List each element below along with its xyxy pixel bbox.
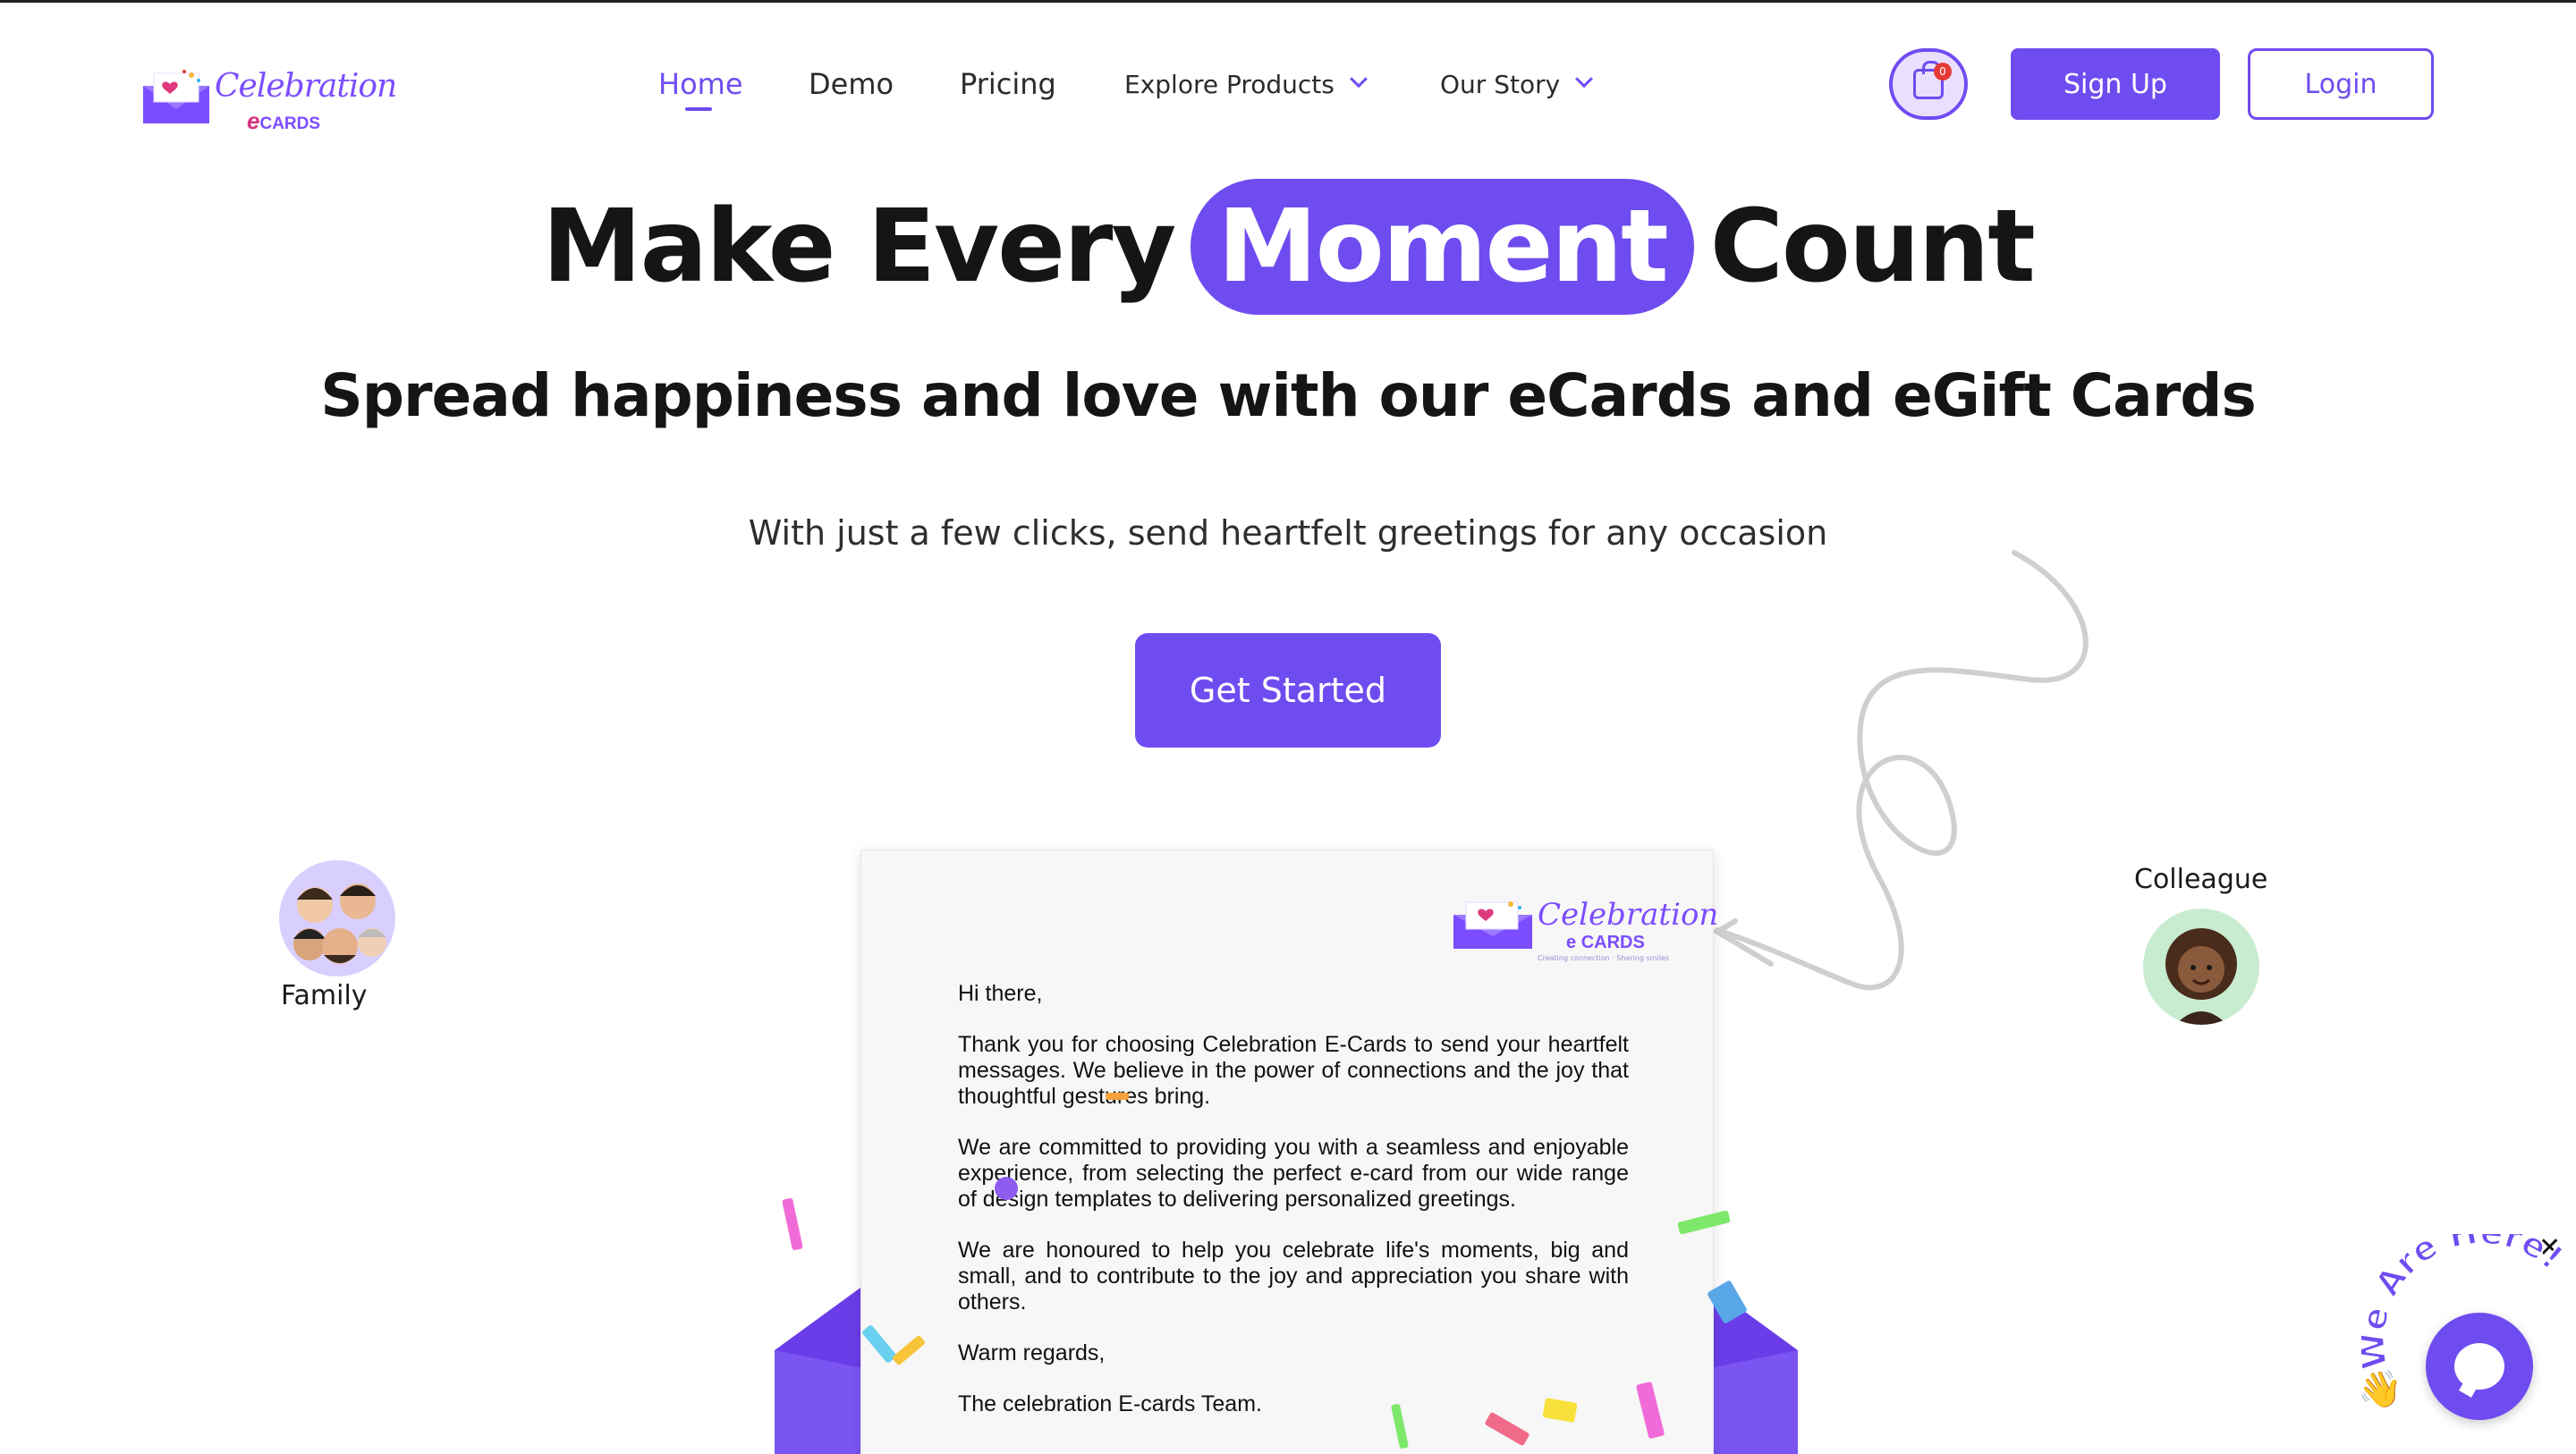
- letter-paragraph-2: We are committed to providing you with a…: [958, 1135, 1629, 1212]
- envelope-logo-icon: [1453, 901, 1532, 949]
- confetti-piece: [995, 1177, 1018, 1200]
- letter-paragraph-3: We are honoured to help you celebrate li…: [958, 1238, 1629, 1315]
- hero-description: With just a few clicks, send heartfelt g…: [748, 513, 1828, 553]
- hero-title-after: Count: [1709, 189, 2036, 305]
- letter-brand-wordmark: Celebration: [1538, 897, 1719, 933]
- colleague-avatar: [2143, 909, 2259, 1025]
- cart-count-badge: 0: [1934, 63, 1952, 80]
- chevron-down-icon: [1575, 70, 1594, 89]
- sample-letter-card: Celebration e CARDS Creating connection …: [860, 850, 1718, 1454]
- letter-brand-tagline: Creating connection · Sharing smiles: [1538, 954, 1670, 962]
- hero-title-highlight: Moment: [1191, 179, 1694, 315]
- hero-title-before: Make Every: [542, 189, 1176, 305]
- letter-closing: Warm regards,: [958, 1340, 1106, 1365]
- nav-pricing[interactable]: Pricing: [960, 64, 1056, 104]
- colleague-label: Colleague: [2134, 864, 2268, 895]
- hero-title: Make Every Moment Count: [0, 175, 2576, 318]
- nav-our-story[interactable]: Our Story: [1440, 64, 1594, 104]
- envelope-logo-icon: [143, 70, 209, 123]
- family-label: Family: [281, 980, 368, 1011]
- colleague-memoji-icon: [2165, 928, 2237, 1025]
- family-avatar: [279, 860, 395, 976]
- hero-subtitle: Spread happiness and love with our eCard…: [320, 361, 2257, 430]
- chat-bubble-icon: [2454, 1343, 2504, 1390]
- brand-sub: eCARDS: [247, 107, 321, 134]
- letter-brand-sub: e CARDS: [1566, 933, 1645, 952]
- nav-demo[interactable]: Demo: [809, 64, 894, 104]
- nav-home[interactable]: Home: [658, 64, 743, 111]
- confetti-piece: [782, 1197, 803, 1251]
- letter-signature: The celebration E-cards Team.: [958, 1391, 1262, 1416]
- nav-story-label: Our Story: [1440, 69, 1561, 99]
- letter-logo: Celebration e CARDS Creating connection …: [1452, 872, 1718, 962]
- sign-up-button[interactable]: Sign Up: [2011, 48, 2220, 120]
- letter-greeting: Hi there,: [958, 981, 1043, 1006]
- brand-wordmark: Celebration: [215, 68, 397, 105]
- confetti-piece: [1106, 1093, 1129, 1100]
- nav-explore-label: Explore Products: [1124, 69, 1335, 99]
- chat-open-button[interactable]: [2426, 1313, 2533, 1420]
- login-button[interactable]: Login: [2248, 48, 2434, 120]
- waving-hand-icon: 👋: [2358, 1369, 2402, 1410]
- family-memoji-icon: [293, 883, 386, 964]
- top-border: [0, 0, 2576, 3]
- nav-explore-products[interactable]: Explore Products: [1124, 64, 1368, 104]
- squiggle-arrow-decoration: [1712, 550, 2089, 991]
- letter-paragraph-1: Thank you for choosing Celebration E-Car…: [958, 1032, 1629, 1109]
- get-started-button[interactable]: Get Started: [1135, 633, 1441, 748]
- site-logo[interactable]: Celebration eCARDS: [141, 38, 397, 134]
- chevron-down-icon: [1349, 70, 1368, 89]
- letter-body: Hi there, Thank you for choosing Celebra…: [958, 981, 1629, 1442]
- cart-button[interactable]: 0: [1889, 48, 1968, 120]
